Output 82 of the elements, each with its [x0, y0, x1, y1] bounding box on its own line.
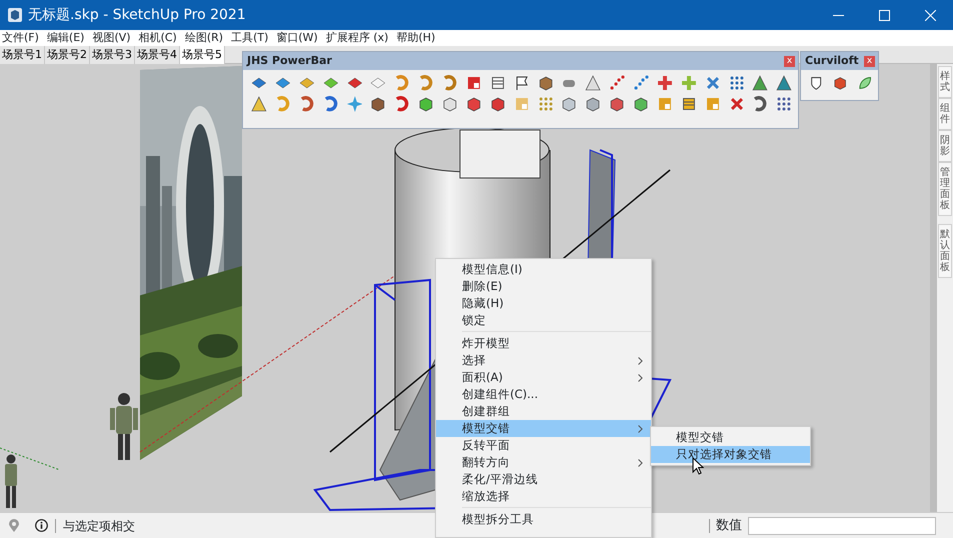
- tray-tab[interactable]: 默认面板: [938, 224, 952, 278]
- maximize-icon: [878, 10, 890, 20]
- close-icon: [924, 10, 936, 20]
- diamond-icon[interactable]: [346, 75, 362, 91]
- menu-item[interactable]: 模型交错: [651, 429, 810, 446]
- menu-item[interactable]: 绘图(R): [184, 30, 224, 46]
- menu-item[interactable]: 扩展程序 (x): [326, 30, 388, 46]
- square-icon[interactable]: [466, 75, 482, 91]
- menu-item[interactable]: 缩放选择: [436, 488, 651, 505]
- dot-grid-icon[interactable]: [728, 75, 744, 91]
- scene-tab[interactable]: 场景号2: [45, 46, 90, 64]
- dots-icon[interactable]: [609, 75, 625, 91]
- triangle-icon[interactable]: [585, 75, 602, 91]
- person-figure: [2, 454, 20, 510]
- triangle-icon[interactable]: [251, 96, 267, 112]
- toolbar-titlebar[interactable]: Curviloft x: [801, 52, 878, 70]
- arc-icon[interactable]: [298, 96, 315, 112]
- menu-item[interactable]: 模型交错: [436, 420, 651, 437]
- menu-item[interactable]: 删除(E): [436, 278, 651, 295]
- menu-item[interactable]: 反转平面: [436, 437, 651, 454]
- scene-tab[interactable]: 场景号3: [90, 46, 135, 64]
- tray-tab[interactable]: 阴影: [938, 130, 952, 162]
- menu-item[interactable]: 创建组件(C)...: [436, 386, 651, 403]
- menu-item[interactable]: 帮助(H): [396, 30, 436, 46]
- diamond-icon[interactable]: [370, 75, 386, 91]
- menu-item[interactable]: 锁定: [436, 312, 651, 329]
- info-icon[interactable]: [35, 519, 48, 532]
- scene-tab[interactable]: 场景号5: [180, 46, 225, 64]
- measurements-field[interactable]: [748, 516, 936, 534]
- arc-icon[interactable]: [442, 75, 458, 91]
- menu-item[interactable]: 相机(C): [138, 30, 177, 46]
- person-figure: [107, 392, 141, 462]
- menu-item[interactable]: 炸开模型: [436, 335, 651, 352]
- arc-icon[interactable]: [322, 96, 338, 112]
- leaf-icon[interactable]: [858, 75, 872, 91]
- close-button[interactable]: x: [864, 56, 875, 66]
- menu-item[interactable]: 工具(T): [231, 30, 268, 46]
- diamond-icon[interactable]: [251, 75, 267, 91]
- scene-tab[interactable]: 场景号4: [135, 46, 180, 64]
- arc-icon[interactable]: [394, 96, 410, 112]
- menu-item[interactable]: 窗口(W): [276, 30, 318, 46]
- menu-item[interactable]: 面积(A): [436, 369, 651, 386]
- scene-tab[interactable]: 场景号1: [0, 46, 45, 64]
- flag-icon[interactable]: [514, 75, 530, 91]
- grid-square-icon[interactable]: [490, 75, 506, 91]
- tray-tab[interactable]: 管理面板: [938, 162, 952, 216]
- app-icon: [8, 8, 22, 22]
- menu-item[interactable]: 模型拆分工具: [436, 511, 651, 528]
- menu-item[interactable]: 文件(F): [2, 30, 39, 46]
- dot-grid-icon[interactable]: [776, 96, 792, 112]
- menu-item[interactable]: 只对选择对象交错: [651, 446, 810, 463]
- grid-square-icon[interactable]: [680, 96, 697, 112]
- menu-item[interactable]: 编辑(E): [46, 30, 84, 46]
- menu-item[interactable]: 隐藏(H): [436, 295, 651, 312]
- menu-item[interactable]: 创建群组: [436, 403, 651, 420]
- x-icon[interactable]: [704, 75, 720, 91]
- diamond-icon[interactable]: [298, 75, 315, 91]
- dots-icon[interactable]: [633, 75, 649, 91]
- menu-item[interactable]: 翻转方向: [436, 454, 651, 471]
- tray-tab[interactable]: 样式: [938, 66, 952, 98]
- toolbar-title: Curviloft: [805, 52, 859, 69]
- x-icon[interactable]: [728, 96, 744, 112]
- triangle-icon[interactable]: [752, 75, 768, 91]
- menu-item[interactable]: 视图(V): [92, 30, 131, 46]
- toolbar-titlebar[interactable]: JHS PowerBar x: [243, 52, 798, 70]
- measurements-label: 数值: [716, 516, 742, 535]
- diamond-icon[interactable]: [322, 75, 338, 91]
- menu-item[interactable]: 模型信息(I): [436, 261, 651, 278]
- menu-item[interactable]: 选择: [436, 352, 651, 369]
- close-button[interactable]: x: [784, 56, 795, 66]
- dot-grid-icon[interactable]: [538, 96, 554, 112]
- toolbar-title: JHS PowerBar: [247, 52, 332, 69]
- triangle-icon[interactable]: [776, 75, 792, 91]
- cross-icon[interactable]: [656, 75, 673, 91]
- diamond-icon[interactable]: [274, 75, 291, 91]
- status-text: 与选定项相交: [63, 518, 135, 534]
- shield-icon[interactable]: [809, 75, 824, 91]
- window-title: 无标题.skp - SketchUp Pro 2021: [28, 6, 247, 24]
- tray-tab[interactable]: 组件: [938, 98, 952, 130]
- star-icon[interactable]: [346, 96, 362, 112]
- arc-icon[interactable]: [752, 96, 768, 112]
- menu-item[interactable]: 柔化/平滑边线: [436, 471, 651, 488]
